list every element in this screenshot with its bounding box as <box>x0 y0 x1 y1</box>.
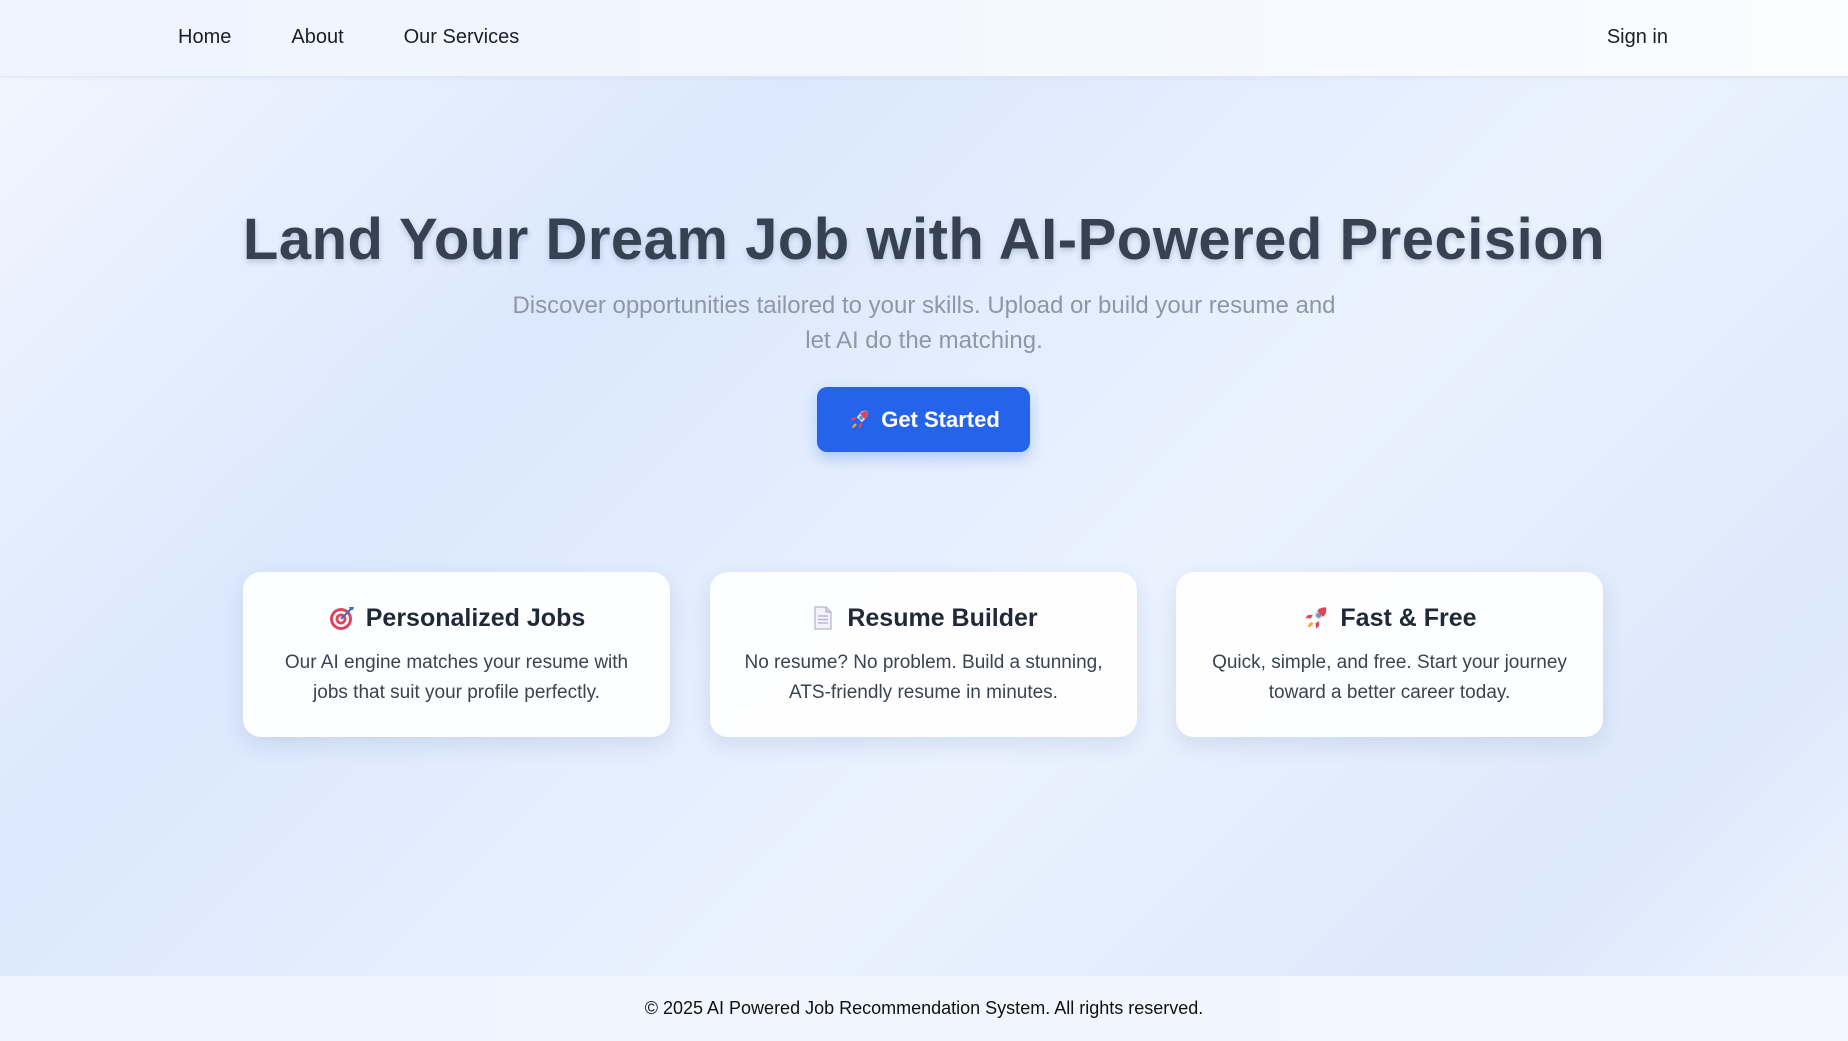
card-title: Fast & Free <box>1340 603 1477 632</box>
card-title: Resume Builder <box>847 603 1038 632</box>
card-title-row: Resume Builder <box>710 602 1137 634</box>
hero-title: Land Your Dream Job with AI-Powered Prec… <box>242 207 1606 272</box>
footer-copyright: © 2025 AI Powered Job Recommendation Sys… <box>644 998 1204 1018</box>
get-started-label: Get Started <box>881 406 1000 432</box>
nav-link-home[interactable]: Home <box>178 26 231 49</box>
card-title: Personalized Jobs <box>365 603 586 632</box>
target-icon <box>329 607 354 630</box>
rocket-icon <box>850 410 868 429</box>
feature-card-personalized-jobs: Personalized Jobs Our AI engine matches … <box>243 572 670 737</box>
feature-card-resume-builder: Resume Builder No resume? No problem. Bu… <box>710 572 1137 737</box>
nav-links: Home About Our Services <box>178 0 519 75</box>
hero-subtitle: Discover opportunities tailored to your … <box>512 292 1336 354</box>
footer: © 2025 AI Powered Job Recommendation Sys… <box>0 976 1848 1041</box>
nav-link-our-services[interactable]: Our Services <box>404 26 520 49</box>
card-description: No resume? No problem. Build a stunning,… <box>744 652 1103 703</box>
get-started-button[interactable]: Get Started <box>817 387 1030 452</box>
card-title-row: Fast & Free <box>1176 602 1603 634</box>
rocket-icon <box>1305 607 1327 629</box>
card-title-row: Personalized Jobs <box>243 602 670 634</box>
sign-in-link[interactable]: Sign in <box>1607 0 1668 75</box>
card-description: Our AI engine matches your resume with j… <box>284 652 629 703</box>
card-description: Quick, simple, and free. Start your jour… <box>1212 652 1567 703</box>
nav-link-about[interactable]: About <box>291 26 343 49</box>
navbar: Home About Our Services Sign in <box>0 0 1848 77</box>
document-icon <box>814 606 832 630</box>
feature-card-fast-free: Fast & Free Quick, simple, and free. Sta… <box>1176 572 1603 737</box>
